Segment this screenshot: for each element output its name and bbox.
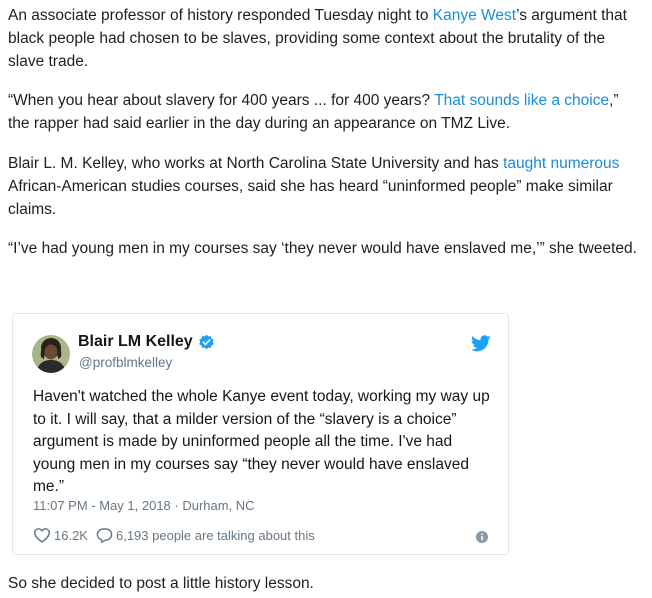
avatar[interactable] [32,335,70,373]
paragraph-2: “When you hear about slavery for 400 yea… [8,89,644,135]
reply-action[interactable]: 6,193 people are talking about this [96,527,315,543]
author-name[interactable]: Blair LM Kelley [78,333,193,351]
taught-numerous-link[interactable]: taught numerous [503,155,619,172]
like-count: 16.2K [54,527,88,543]
verified-badge-icon [198,334,215,351]
conversation-count: 6,193 people are talking about this [115,527,315,543]
author-handle[interactable]: @profblmkelley [79,355,172,370]
tweet-actions: 16.2K 6,193 people are talking about thi… [33,527,323,543]
like-action[interactable]: 16.2K [33,527,88,543]
article-body: An associate professor of history respon… [0,0,652,598]
sounds-like-a-choice-link[interactable]: That sounds like a choice [434,92,609,109]
twitter-bird-icon[interactable] [470,335,491,352]
kanye-west-link[interactable]: Kanye West [433,7,516,24]
tweet-timestamp[interactable]: 11:07 PM - May 1, 2018 · Durham, NC [33,498,255,513]
heart-icon[interactable] [33,527,51,543]
p3-text-after: African-American studies courses, said s… [8,178,613,218]
p3-text-before: Blair L. M. Kelley, who works at North C… [8,155,504,172]
info-icon[interactable] [476,530,488,543]
paragraph-1: An associate professor of history respon… [8,4,644,73]
tweet-text: Haven't watched the whole Kanye event to… [33,388,490,495]
p1-text-before: An associate professor of history respon… [8,7,433,24]
tweet-author[interactable]: Blair LM Kelley [78,333,215,351]
paragraph-5: So she decided to post a little history … [8,575,314,592]
embedded-tweet[interactable]: Blair LM Kelley @profblmkelley Haven't w… [12,313,509,555]
p2-text-before: “When you hear about slavery for 400 yea… [8,92,435,109]
reply-bubble-icon[interactable] [96,527,113,543]
paragraph-3: Blair L. M. Kelley, who works at North C… [8,152,644,221]
paragraph-4: “I’ve had young men in my courses say ‘t… [8,240,637,257]
